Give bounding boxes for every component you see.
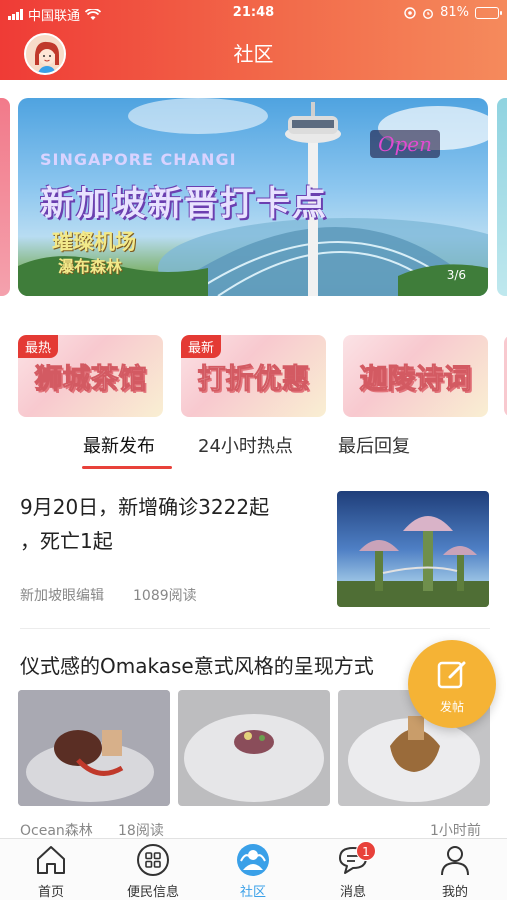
tabbar-services-label: 便民信息	[126, 885, 179, 900]
page-title: 社区	[233, 42, 274, 66]
category-label: 狮城茶馆	[34, 362, 147, 396]
tabbar-home[interactable]: 首页	[11, 843, 91, 900]
feed-tabs: 最新发布 24小时热点 最后回复	[0, 428, 507, 472]
tabbar-community[interactable]: 社区	[213, 843, 293, 900]
post-author[interactable]: 新加坡眼编辑	[20, 585, 104, 605]
tabbar-messages[interactable]: 1 消息	[313, 841, 393, 900]
battery-percent: 81%	[440, 5, 469, 20]
tabbar-services[interactable]: 便民信息	[113, 843, 193, 900]
tabbar-community-label: 社区	[239, 885, 266, 900]
banner-subtitle-1: 璀璨机场	[52, 230, 136, 254]
banner-next-peek[interactable]	[497, 98, 507, 296]
tab-last-reply[interactable]: 最后回复	[338, 432, 410, 458]
category-badge: 最热	[18, 335, 59, 358]
message-icon: 1	[336, 841, 376, 877]
post-title[interactable]: 9月20日，新增确诊3222起 ，死亡1起	[20, 490, 320, 558]
banner-subtitle-2: 瀑布森林	[58, 257, 123, 276]
post-read-count: 18阅读	[118, 823, 164, 839]
dish-photo	[18, 690, 170, 806]
new-post-button[interactable]: 发帖	[408, 640, 496, 728]
post-title-line-2: ，死亡1起	[20, 529, 113, 553]
category-card-discounts[interactable]: 最新 打折优惠	[181, 335, 326, 417]
post-title[interactable]: 仪式感的Omakase意式风格的呈现方式	[20, 650, 374, 679]
banner-slide[interactable]: SINGAPORE CHANGI 新加坡新晋打卡点 璀璨机场 瀑布森林 Open…	[18, 98, 488, 296]
banner-open-tag: Open	[370, 130, 440, 158]
bottom-tab-bar: 首页 便民信息 社区 1 消息 我的	[0, 838, 507, 900]
lock-rotation-icon	[404, 6, 416, 19]
user-icon	[438, 843, 472, 877]
grid-icon	[136, 843, 170, 877]
category-label: 迦陵诗词	[359, 362, 472, 396]
post-time: 1小时前	[430, 823, 481, 839]
active-tab-indicator	[82, 466, 172, 469]
edit-icon	[437, 661, 466, 689]
home-icon	[34, 843, 68, 877]
post-author[interactable]: Ocean森林	[20, 820, 93, 840]
alarm-icon	[423, 8, 434, 19]
tabbar-home-label: 首页	[37, 885, 64, 900]
post-image[interactable]	[178, 690, 330, 806]
post-image[interactable]	[18, 690, 170, 806]
banner-kicker: SINGAPORE CHANGI	[40, 150, 237, 169]
supertree-photo	[337, 516, 489, 607]
category-card-poetry[interactable]: 迦陵诗词	[343, 335, 488, 417]
banner-pager: 3/6	[446, 268, 466, 282]
tab-24h-hot[interactable]: 24小时热点	[198, 432, 293, 458]
category-card-tea-house[interactable]: 最热 狮城茶馆	[18, 335, 163, 417]
tab-latest[interactable]: 最新发布	[83, 432, 155, 458]
tabbar-profile-label: 我的	[441, 885, 468, 900]
dish-photo	[178, 690, 330, 806]
battery-icon	[475, 6, 502, 19]
community-icon	[236, 843, 270, 877]
banner-prev-peek[interactable]	[0, 98, 10, 296]
tabbar-messages-label: 消息	[339, 885, 366, 900]
tabbar-profile[interactable]: 我的	[415, 843, 495, 900]
new-post-label: 发帖	[439, 700, 464, 714]
app-header: 中国联通 21:48 81% 社区	[0, 0, 507, 80]
post-read-count: 1089阅读	[133, 588, 197, 604]
status-right: 81%	[404, 5, 502, 20]
banner-headline: 新加坡新晋打卡点	[40, 184, 328, 224]
status-bar: 中国联通 21:48 81%	[0, 0, 507, 26]
post-title-line-1: 9月20日，新增确诊3222起	[20, 495, 270, 519]
category-badge: 最新	[181, 335, 222, 358]
banner-carousel[interactable]: SINGAPORE CHANGI 新加坡新晋打卡点 璀璨机场 瀑布森林 Open…	[0, 98, 507, 298]
post-thumbnail[interactable]	[337, 491, 489, 607]
category-cards: 最热 狮城茶馆 最新 打折优惠 迦陵诗词	[18, 335, 507, 419]
post-divider	[20, 628, 490, 629]
message-badge: 1	[356, 841, 376, 861]
category-label: 打折优惠	[197, 362, 310, 396]
